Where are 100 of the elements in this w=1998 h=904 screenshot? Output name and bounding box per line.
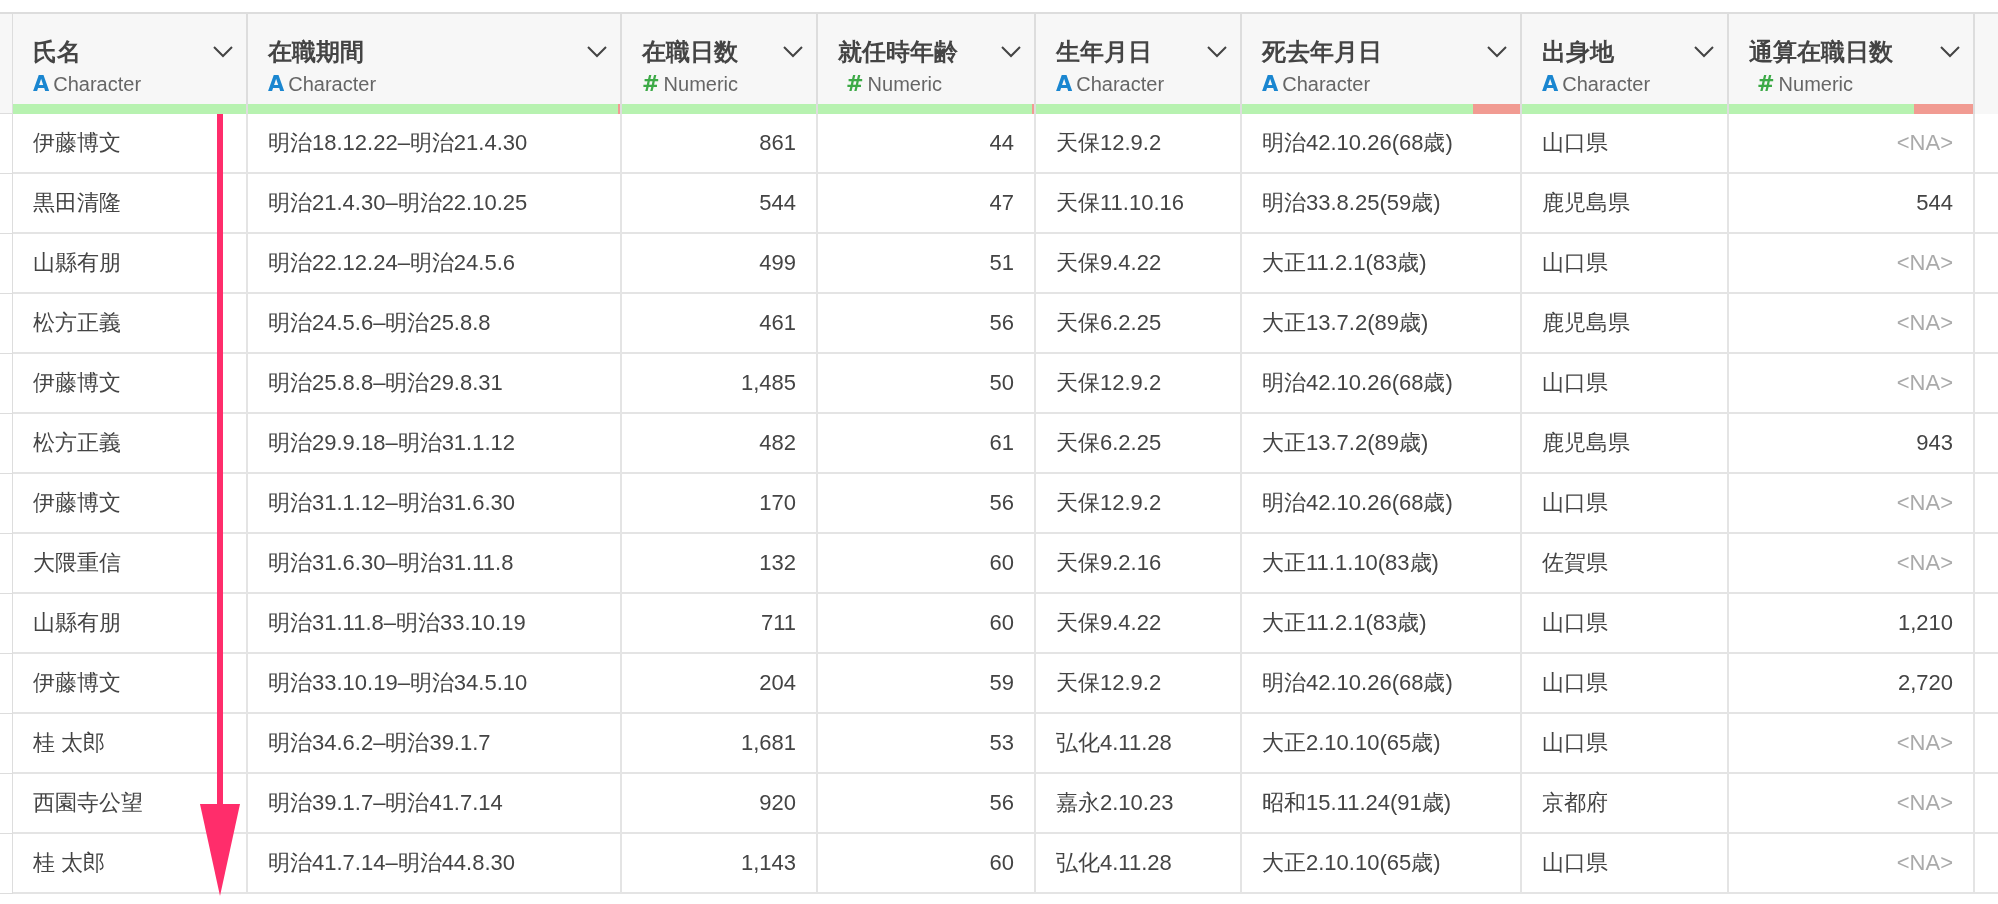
table-cell: 山口県 bbox=[1522, 234, 1729, 294]
table-cell: 51 bbox=[818, 234, 1036, 294]
table-cell: 山口県 bbox=[1522, 114, 1729, 174]
table-cell: 伊藤博文 bbox=[13, 114, 248, 174]
table-cell: 天保12.9.2 bbox=[1036, 654, 1242, 714]
type-icon: A bbox=[1542, 72, 1559, 96]
table-cell: 天保6.2.25 bbox=[1036, 414, 1242, 474]
column-type: Numeric bbox=[663, 72, 739, 96]
table-cell: 44 bbox=[818, 114, 1036, 174]
table-cell: 山口県 bbox=[1522, 834, 1729, 894]
type-icon: # bbox=[1757, 72, 1775, 96]
table-cell: 明治31.6.30–明治31.11.8 bbox=[248, 534, 622, 594]
table-cell: 嘉永2.10.23 bbox=[1036, 774, 1242, 834]
column-title: 死去年月日 bbox=[1262, 37, 1382, 67]
table-cell: 499 bbox=[622, 234, 818, 294]
column-type: Numeric bbox=[867, 72, 943, 96]
column-header[interactable]: 在職日数 # Numeric bbox=[622, 14, 818, 114]
chevron-down-icon[interactable] bbox=[586, 45, 608, 59]
table-cell: 大正11.2.1(83歳) bbox=[1242, 594, 1522, 654]
table-cell: 天保6.2.25 bbox=[1036, 294, 1242, 354]
table-cell: 明治25.8.8–明治29.8.31 bbox=[248, 354, 622, 414]
column-header[interactable]: 生年月日 A Character bbox=[1036, 14, 1242, 114]
chevron-down-icon[interactable] bbox=[1000, 45, 1022, 59]
table-cell: 明治22.12.24–明治24.5.6 bbox=[248, 234, 622, 294]
column-type: Character bbox=[288, 72, 377, 96]
table-cell: 544 bbox=[1729, 174, 1975, 234]
table-cell: 1,681 bbox=[622, 714, 818, 774]
table-cell: 132 bbox=[622, 534, 818, 594]
table-cell: 松方正義 bbox=[13, 414, 248, 474]
table-cell: 天保9.4.22 bbox=[1036, 234, 1242, 294]
table-cell: 明治33.8.25(59歳) bbox=[1242, 174, 1522, 234]
table-cell: 昭和15.11.24(91歳) bbox=[1242, 774, 1522, 834]
column-header[interactable]: 氏名 A Character bbox=[13, 14, 248, 114]
column-header[interactable]: 死去年月日 A Character bbox=[1242, 14, 1522, 114]
table-cell: 943 bbox=[1729, 414, 1975, 474]
table-cell: 伊藤博文 bbox=[13, 474, 248, 534]
table-cell: 明治42.10.26(68歳) bbox=[1242, 114, 1522, 174]
column-title: 在職日数 bbox=[642, 37, 738, 67]
column-type: Character bbox=[1076, 72, 1165, 96]
chevron-down-icon[interactable] bbox=[1486, 45, 1508, 59]
column-title: 出身地 bbox=[1542, 37, 1614, 67]
table-cell: 2,720 bbox=[1729, 654, 1975, 714]
table-cell: 明治42.10.26(68歳) bbox=[1242, 354, 1522, 414]
table-cell: 56 bbox=[818, 294, 1036, 354]
table-cell: 天保9.4.22 bbox=[1036, 594, 1242, 654]
missing-data-bar bbox=[1031, 104, 1034, 114]
table-cell: 佐賀県 bbox=[1522, 534, 1729, 594]
table-cell: 56 bbox=[818, 474, 1036, 534]
column-header[interactable]: 在職期間 A Character bbox=[248, 14, 622, 114]
table-cell: <NA> bbox=[1729, 354, 1975, 414]
chevron-down-icon[interactable] bbox=[782, 45, 804, 59]
column-title: 生年月日 bbox=[1056, 37, 1152, 67]
column-header[interactable]: 出身地 A Character bbox=[1522, 14, 1729, 114]
chevron-down-icon[interactable] bbox=[212, 45, 234, 59]
table-cell: 山縣有朋 bbox=[13, 594, 248, 654]
table-cell: 明治29.9.18–明治31.1.12 bbox=[248, 414, 622, 474]
table-cell: 弘化4.11.28 bbox=[1036, 834, 1242, 894]
table-cell: 天保11.10.16 bbox=[1036, 174, 1242, 234]
column-type: Character bbox=[53, 72, 142, 96]
table-cell: 明治24.5.6–明治25.8.8 bbox=[248, 294, 622, 354]
table-cell: 大正13.7.2(89歳) bbox=[1242, 294, 1522, 354]
table-cell: 61 bbox=[818, 414, 1036, 474]
table-cell: 明治33.10.19–明治34.5.10 bbox=[248, 654, 622, 714]
table-cell: 伊藤博文 bbox=[13, 654, 248, 714]
table-cell: 明治31.1.12–明治31.6.30 bbox=[248, 474, 622, 534]
table-cell: 明治39.1.7–明治41.7.14 bbox=[248, 774, 622, 834]
table-cell: 56 bbox=[818, 774, 1036, 834]
table-cell: 明治34.6.2–明治39.1.7 bbox=[248, 714, 622, 774]
table-cell: 黒田清隆 bbox=[13, 174, 248, 234]
table-cell: 711 bbox=[622, 594, 818, 654]
chevron-down-icon[interactable] bbox=[1939, 45, 1961, 59]
table-cell: 53 bbox=[818, 714, 1036, 774]
column-title: 就任時年齢 bbox=[838, 37, 958, 67]
table-cell: 明治21.4.30–明治22.10.25 bbox=[248, 174, 622, 234]
table-cell: 天保12.9.2 bbox=[1036, 114, 1242, 174]
column-header[interactable]: 就任時年齢 # Numeric bbox=[818, 14, 1036, 114]
chevron-down-icon[interactable] bbox=[1693, 45, 1715, 59]
table-cell: 59 bbox=[818, 654, 1036, 714]
table-cell: 天保9.2.16 bbox=[1036, 534, 1242, 594]
missing-data-bar bbox=[1914, 104, 1973, 114]
column-title: 氏名 bbox=[33, 37, 81, 67]
table-cell: <NA> bbox=[1729, 294, 1975, 354]
table-cell: 60 bbox=[818, 534, 1036, 594]
column-title: 在職期間 bbox=[268, 37, 364, 67]
type-icon: A bbox=[268, 72, 285, 96]
column-header[interactable]: 通算在職日数 # Numeric bbox=[1729, 14, 1975, 114]
column-type: Numeric bbox=[1778, 72, 1854, 96]
table-cell: 山口県 bbox=[1522, 594, 1729, 654]
table-cell: 50 bbox=[818, 354, 1036, 414]
table-cell: 弘化4.11.28 bbox=[1036, 714, 1242, 774]
table-cell: <NA> bbox=[1729, 534, 1975, 594]
table-cell: 明治42.10.26(68歳) bbox=[1242, 654, 1522, 714]
table-cell: <NA> bbox=[1729, 114, 1975, 174]
table-cell: 47 bbox=[818, 174, 1036, 234]
chevron-down-icon[interactable] bbox=[1206, 45, 1228, 59]
table-cell: 伊藤博文 bbox=[13, 354, 248, 414]
table-cell: 60 bbox=[818, 594, 1036, 654]
table-cell: 大正11.2.1(83歳) bbox=[1242, 234, 1522, 294]
table-cell: 京都府 bbox=[1522, 774, 1729, 834]
table-cell: 920 bbox=[622, 774, 818, 834]
